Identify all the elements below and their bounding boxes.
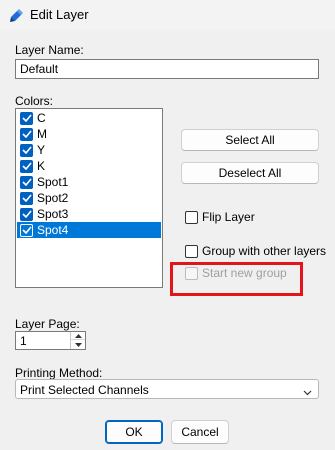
spin-up-icon[interactable] [71,332,85,340]
list-item-label: Spot3 [37,207,69,221]
window-title: Edit Layer [30,7,89,22]
cancel-button[interactable]: Cancel [171,420,229,444]
select-all-button[interactable]: Select All [181,129,319,151]
list-item-label: M [37,127,47,141]
pen-layer-icon [8,6,26,24]
ok-button[interactable]: OK [105,420,163,444]
chevron-down-icon[interactable] [303,385,312,399]
checkbox-checked-icon[interactable] [20,191,33,205]
spin-down-icon[interactable] [71,341,85,349]
layer-name-input[interactable] [15,59,319,79]
title-bar: Edit Layer [0,0,335,30]
colors-label: Colors: [15,94,54,108]
checkbox-checked-icon[interactable] [20,223,33,237]
list-item-label: K [37,159,46,173]
layer-page-stepper[interactable]: 1 [15,331,86,350]
checkbox-unchecked-icon[interactable] [185,244,198,258]
layer-page-value[interactable]: 1 [20,334,27,348]
flip-layer-label: Flip Layer [202,210,255,224]
checkbox-checked-icon[interactable] [20,127,33,141]
checkbox-checked-icon[interactable] [20,143,33,157]
list-item[interactable]: Y [17,142,161,158]
colors-listbox[interactable]: C M Y K Spot1 Spot2 Spot3 Spot4 [15,108,163,288]
list-item-selected[interactable]: Spot4 [17,222,161,238]
list-item[interactable]: K [17,158,161,174]
stepper-buttons [70,332,85,349]
deselect-all-button[interactable]: Deselect All [181,162,319,184]
checkbox-checked-icon[interactable] [20,111,33,125]
list-item-label: C [37,111,46,125]
list-item[interactable]: Spot1 [17,174,161,190]
printing-method-value: Print Selected Channels [20,383,149,397]
flip-layer-checkbox[interactable]: Flip Layer [185,210,255,224]
layer-name-label: Layer Name: [15,43,84,57]
list-item[interactable]: Spot2 [17,190,161,206]
checkbox-unchecked-icon[interactable] [185,210,198,224]
list-item-label: Spot2 [37,191,69,205]
printing-method-label: Printing Method: [15,366,103,380]
layer-page-label: Layer Page: [15,317,80,331]
list-item[interactable]: M [17,126,161,142]
list-item[interactable]: Spot3 [17,206,161,222]
checkbox-checked-icon[interactable] [20,175,33,189]
list-item[interactable]: C [17,110,161,126]
red-highlight-box [170,262,303,296]
list-item-label: Spot4 [37,223,69,237]
list-item-label: Y [37,143,46,157]
list-item-label: Spot1 [37,175,69,189]
printing-method-select[interactable]: Print Selected Channels [15,379,319,399]
group-with-other-layers-label: Group with other layers [202,244,327,258]
checkbox-checked-icon[interactable] [20,207,33,221]
checkbox-checked-icon[interactable] [20,159,33,173]
group-with-other-layers-checkbox[interactable]: Group with other layers [185,244,326,258]
